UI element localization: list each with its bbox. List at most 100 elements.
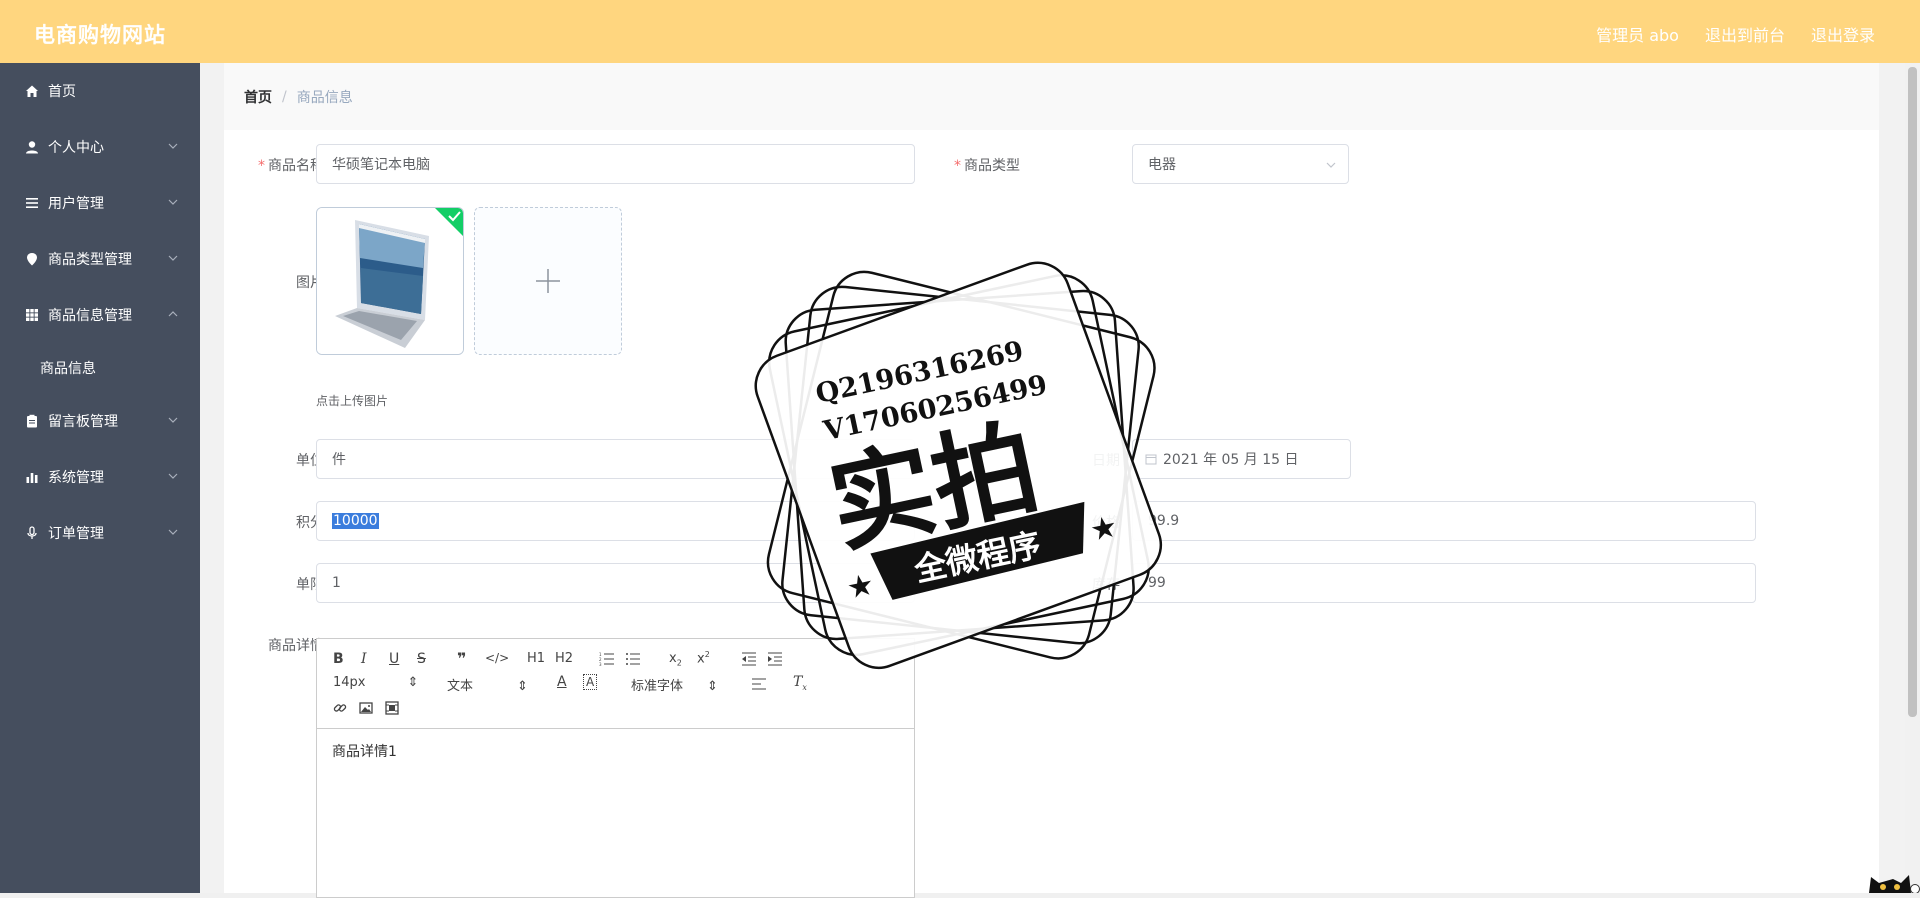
- detail-label: 商品详情: [224, 635, 324, 655]
- success-check-icon: [435, 208, 463, 236]
- product-name-label: *商品名称: [224, 155, 324, 175]
- unit-input[interactable]: 件: [316, 439, 915, 479]
- points-input[interactable]: 10000: [316, 501, 915, 541]
- limit-label: 单限: [224, 574, 324, 594]
- sidebar-item-label: 商品信息管理: [48, 305, 132, 325]
- chevron-down-icon: [168, 471, 178, 481]
- background-color-button[interactable]: A: [583, 674, 597, 690]
- plus-icon: [534, 267, 562, 295]
- main-content: 首页 / 商品信息 *商品名称 华硕笔记本电脑 *商品类型 电器 图片: [200, 63, 1905, 893]
- image-icon[interactable]: [359, 701, 373, 715]
- align-icon[interactable]: [751, 677, 767, 691]
- sidebar-item-personal-center[interactable]: 个人中心: [0, 119, 200, 175]
- chevron-down-icon: [168, 141, 178, 151]
- sidebar-item-label: 个人中心: [48, 137, 104, 157]
- logout-link[interactable]: 退出登录: [1811, 22, 1875, 46]
- required-mark: *: [258, 158, 265, 174]
- exit-to-front-link[interactable]: 退出到前台: [1705, 22, 1785, 46]
- sidebar-item-user-management[interactable]: 用户管理: [0, 175, 200, 231]
- top-header: 电商购物网站 管理员 abo 退出到前台 退出登录: [0, 0, 1920, 63]
- sidebar-item-product-info-management[interactable]: 商品信息管理: [0, 287, 200, 343]
- mascot-icon: [1865, 873, 1920, 893]
- chevron-down-icon: [1326, 160, 1336, 170]
- product-form: *商品名称 华硕笔记本电脑 *商品类型 电器 图片: [224, 130, 1879, 893]
- breadcrumb: 首页 / 商品信息: [224, 63, 1879, 130]
- sidebar-item-label: 系统管理: [48, 467, 104, 487]
- breadcrumb-current: 商品信息: [297, 87, 353, 107]
- sidebar-item-label: 订单管理: [48, 523, 104, 543]
- rich-text-editor[interactable]: B I U S ❞ </> H1 H2 123 x2 x2 14px⇕ 文本⇕ …: [316, 638, 915, 898]
- date-label: 日期: [1020, 450, 1120, 470]
- indent-icon[interactable]: [767, 652, 783, 666]
- font-color-button[interactable]: A: [557, 674, 567, 690]
- breadcrumb-home[interactable]: 首页: [244, 87, 272, 107]
- list-icon: [24, 195, 40, 211]
- limit-input[interactable]: 1: [316, 563, 915, 603]
- chevron-up-icon: [168, 309, 178, 319]
- sidebar-item-label: 首页: [48, 81, 76, 101]
- bold-button[interactable]: B: [333, 651, 344, 667]
- mic-icon: [24, 525, 40, 541]
- sidebar-item-product-type-management[interactable]: 商品类型管理: [0, 231, 200, 287]
- code-block-icon[interactable]: </>: [485, 651, 509, 665]
- add-image-button[interactable]: [474, 207, 622, 355]
- page-scrollbar[interactable]: [1905, 63, 1920, 893]
- paragraph-select[interactable]: 文本⇕: [447, 675, 528, 694]
- chevron-down-icon: [168, 527, 178, 537]
- link-icon[interactable]: [333, 701, 347, 715]
- underline-button[interactable]: U: [389, 651, 399, 667]
- site-brand: 电商购物网站: [34, 19, 166, 49]
- header-1-button[interactable]: H1: [527, 651, 545, 666]
- sidebar-item-message-board-management[interactable]: 留言板管理: [0, 393, 200, 449]
- price-label: 价格: [1020, 512, 1120, 532]
- header-links: 管理员 abo 退出到前台 退出登录: [1596, 22, 1875, 46]
- date-picker[interactable]: 2021 年 05 月 15 日: [1132, 439, 1351, 479]
- editor-content[interactable]: 商品详情1: [317, 729, 914, 773]
- sidebar-item-label: 商品类型管理: [48, 249, 132, 269]
- required-mark: *: [954, 158, 961, 174]
- admin-user-label[interactable]: 管理员 abo: [1596, 22, 1679, 46]
- strike-button[interactable]: S: [417, 651, 426, 667]
- product-type-select[interactable]: 电器: [1132, 144, 1349, 184]
- ordered-list-icon[interactable]: 123: [599, 652, 615, 666]
- header-2-button[interactable]: H2: [555, 651, 573, 666]
- unit-label: 单位: [224, 450, 324, 470]
- chevron-down-icon: [168, 253, 178, 263]
- sidebar-item-label: 用户管理: [48, 193, 104, 213]
- product-name-input[interactable]: 华硕笔记本电脑: [316, 144, 915, 184]
- chevron-down-icon: [168, 415, 178, 425]
- home-icon: [24, 83, 40, 99]
- editor-toolbar: B I U S ❞ </> H1 H2 123 x2 x2 14px⇕ 文本⇕ …: [317, 639, 914, 729]
- price-input[interactable]: 99.9: [1132, 501, 1756, 541]
- clipboard-icon: [24, 413, 40, 429]
- uploaded-image-thumbnail[interactable]: [316, 207, 464, 355]
- sidebar-item-system-management[interactable]: 系统管理: [0, 449, 200, 505]
- font-size-select[interactable]: 14px⇕: [333, 675, 418, 690]
- stock-input[interactable]: 99: [1132, 563, 1756, 603]
- outdent-icon[interactable]: [741, 652, 757, 666]
- font-family-select[interactable]: 标准字体⇕: [631, 675, 718, 694]
- calendar-icon: [1145, 453, 1157, 465]
- location-icon: [24, 251, 40, 267]
- product-type-label: *商品类型: [884, 155, 1020, 175]
- blockquote-icon[interactable]: ❞: [457, 649, 466, 668]
- clear-format-button[interactable]: Tx: [793, 674, 807, 692]
- breadcrumb-separator: /: [282, 89, 287, 105]
- sidebar-item-home[interactable]: 首页: [0, 63, 200, 119]
- video-icon[interactable]: [385, 701, 399, 715]
- sidebar-subitem-label: 商品信息: [40, 358, 96, 378]
- subscript-button[interactable]: x2: [669, 651, 682, 668]
- user-icon: [24, 139, 40, 155]
- italic-button[interactable]: I: [361, 651, 367, 667]
- sidebar: 首页 个人中心 用户管理 商品类型管理 商品信息管理 商品信息 留言板: [0, 63, 200, 893]
- grid-icon: [24, 307, 40, 323]
- sidebar-item-order-management[interactable]: 订单管理: [0, 505, 200, 561]
- superscript-button[interactable]: x2: [697, 650, 710, 666]
- bullet-list-icon[interactable]: [625, 652, 641, 666]
- svg-text:3: 3: [599, 662, 602, 666]
- sidebar-subitem-product-info[interactable]: 商品信息: [0, 343, 200, 393]
- image-label: 图片: [224, 272, 324, 292]
- stock-label: 库存: [1020, 574, 1120, 594]
- scrollbar-thumb[interactable]: [1908, 67, 1917, 717]
- upload-tip: 点击上传图片: [316, 392, 388, 409]
